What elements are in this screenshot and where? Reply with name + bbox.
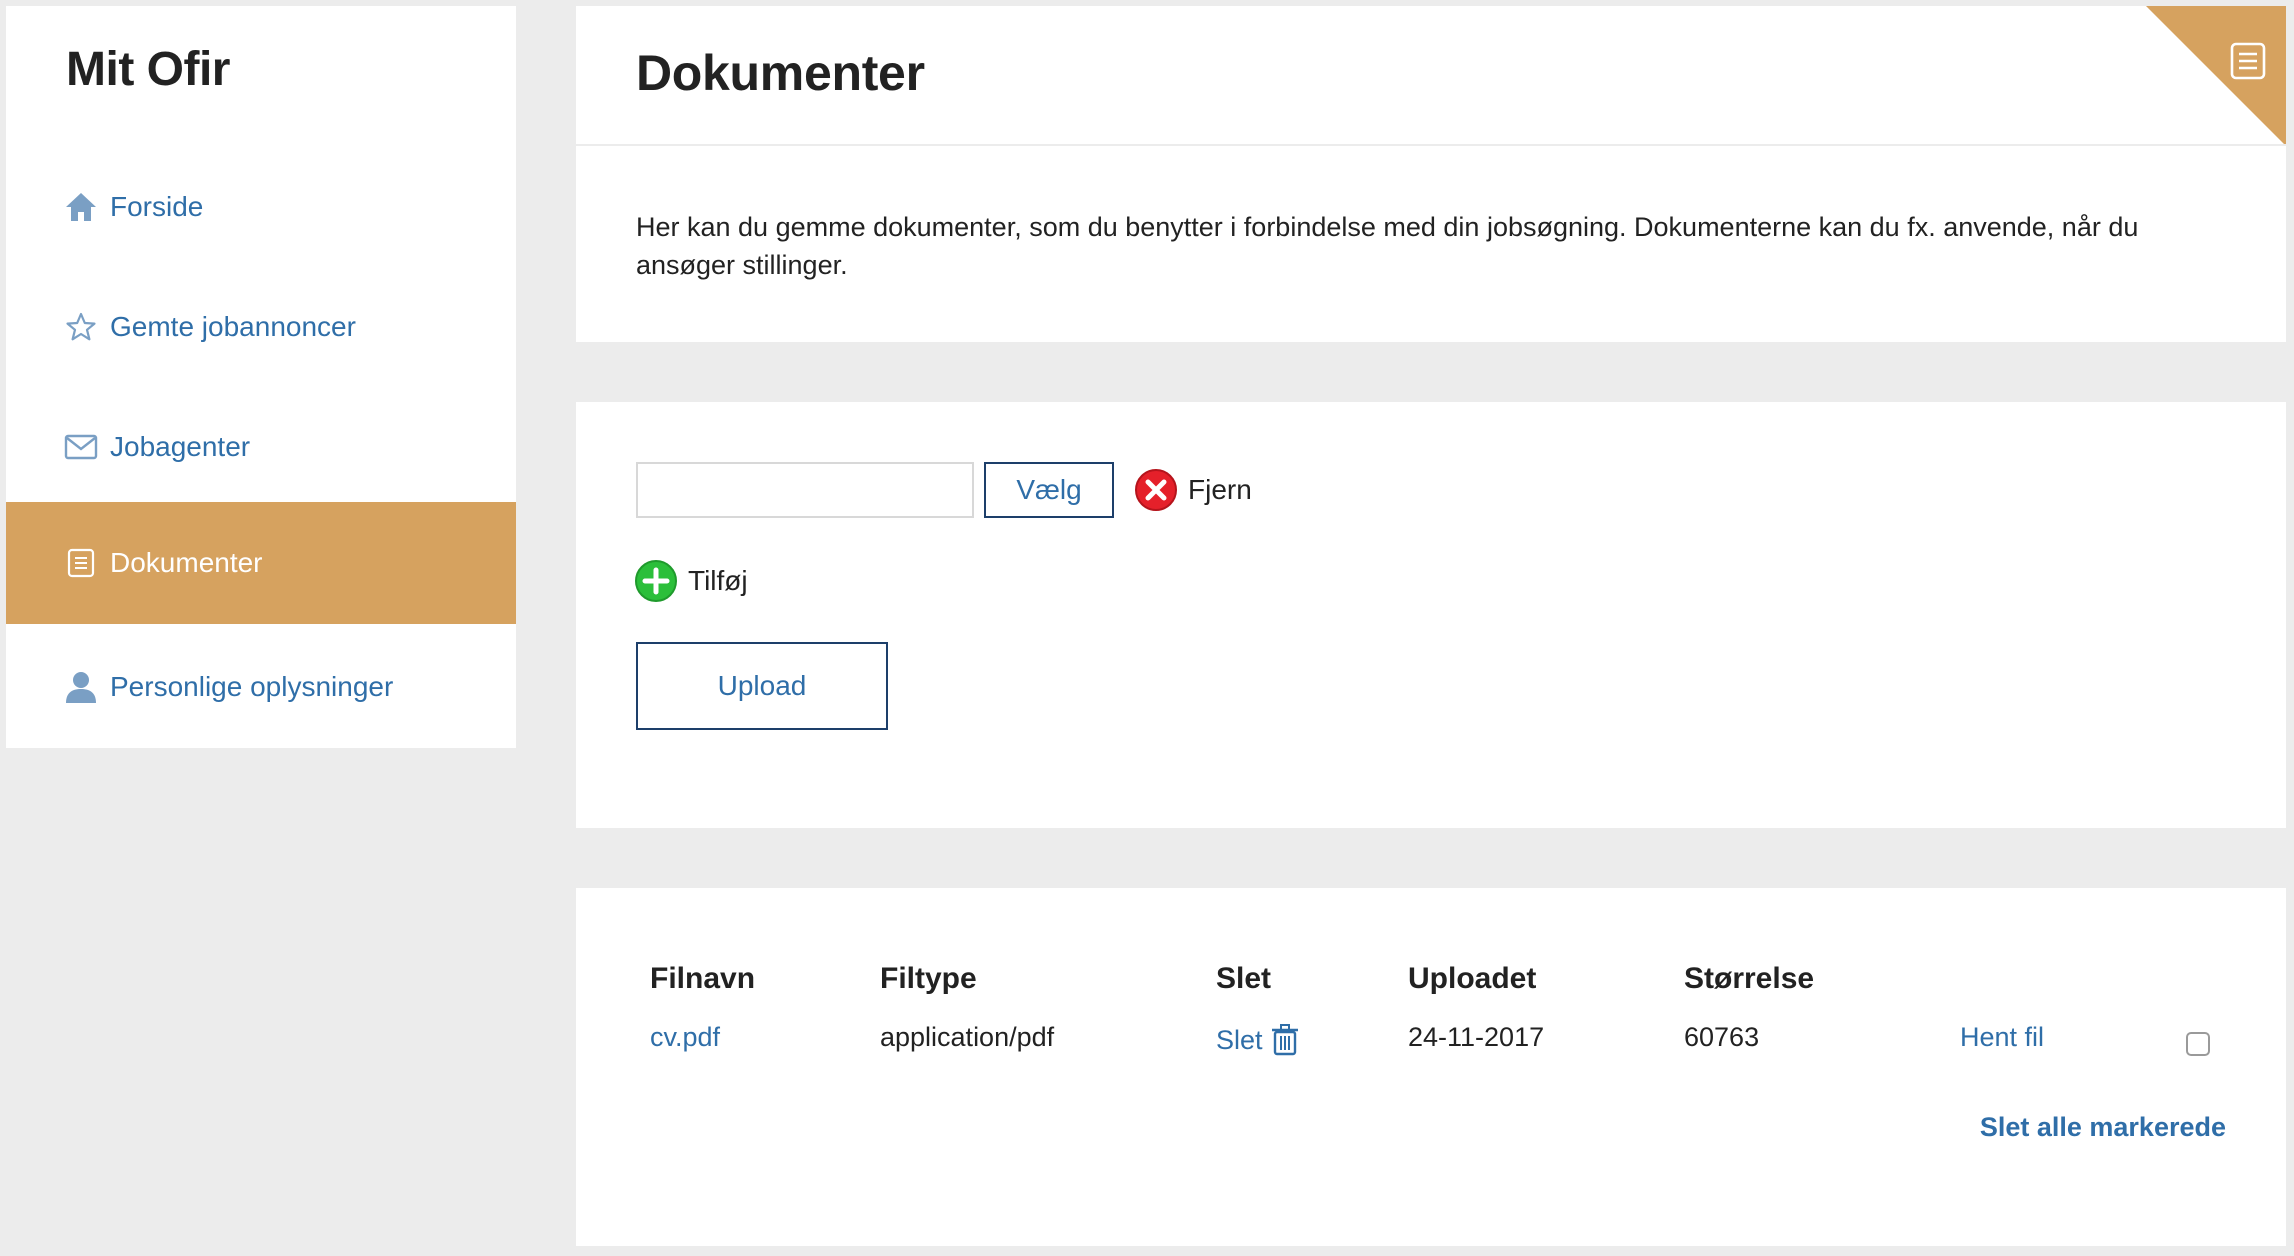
header-panel: Dokumenter Her kan du gemme dokumenter, … — [576, 6, 2286, 342]
column-header-filnavn: Filnavn — [650, 962, 756, 995]
add-label: Tilføj — [688, 565, 748, 596]
column-header-slet: Slet — [1216, 962, 1272, 995]
sidebar-title: Mit Ofir — [66, 43, 230, 96]
sidebar-item-forside[interactable]: Forside — [6, 146, 516, 268]
remove-file-button[interactable]: Fjern — [1134, 462, 1252, 518]
column-header-storrelse: Størrelse — [1684, 962, 1815, 995]
page-description: Her kan du gemme dokumenter, som du beny… — [636, 212, 2139, 280]
user-icon — [64, 670, 98, 704]
column-header-filtype: Filtype — [880, 962, 977, 995]
document-icon — [2230, 42, 2266, 85]
sidebar-item-label: Jobagenter — [110, 431, 251, 462]
trash-icon — [1271, 1024, 1298, 1056]
choose-file-button[interactable]: Vælg — [984, 462, 1114, 518]
document-icon — [64, 546, 98, 580]
add-icon — [635, 560, 677, 602]
filename-link[interactable]: cv.pdf — [650, 1022, 720, 1053]
home-icon — [64, 190, 98, 224]
delete-all-selected-link[interactable]: Slet alle markerede — [1980, 1112, 2226, 1143]
remove-icon — [1135, 469, 1177, 511]
envelope-icon — [64, 430, 98, 464]
header-divider — [576, 144, 2286, 146]
delete-label: Slet — [1216, 1024, 1263, 1055]
download-link[interactable]: Hent fil — [1960, 1022, 2044, 1053]
upload-panel: Vælg Fjern Tilføj Upload — [576, 402, 2286, 828]
sidebar-item-personlige-oplysninger[interactable]: Personlige oplysninger — [6, 626, 516, 748]
column-header-uploadet: Uploadet — [1408, 962, 1537, 995]
documents-panel: Filnavn Filtype Slet Uploadet Størrelse … — [576, 888, 2286, 1246]
sidebar-item-gemte-jobannoncer[interactable]: Gemte jobannoncer — [6, 266, 516, 388]
page-title: Dokumenter — [636, 45, 925, 101]
upload-button[interactable]: Upload — [636, 642, 888, 730]
sidebar: Mit Ofir Forside Gemte jobannoncer Jobag… — [6, 6, 516, 748]
delete-row-button[interactable]: Slet — [1216, 1024, 1299, 1056]
sidebar-item-label: Personlige oplysninger — [110, 671, 394, 702]
add-file-button[interactable]: Tilføj — [634, 558, 748, 604]
filetype-cell: application/pdf — [880, 1022, 1055, 1052]
remove-label: Fjern — [1188, 474, 1252, 505]
sidebar-item-dokumenter[interactable]: Dokumenter — [6, 502, 516, 624]
star-icon — [64, 310, 98, 344]
sidebar-item-label: Gemte jobannoncer — [110, 311, 356, 342]
sidebar-item-jobagenter[interactable]: Jobagenter — [6, 386, 516, 508]
uploaded-date-cell: 24-11-2017 — [1408, 1022, 1545, 1052]
row-select-checkbox[interactable] — [2186, 1032, 2210, 1056]
corner-badge — [2146, 6, 2286, 146]
sidebar-item-label: Dokumenter — [110, 547, 263, 578]
file-path-input[interactable] — [636, 462, 974, 518]
sidebar-item-label: Forside — [110, 191, 204, 222]
size-cell: 60763 — [1684, 1022, 1760, 1052]
